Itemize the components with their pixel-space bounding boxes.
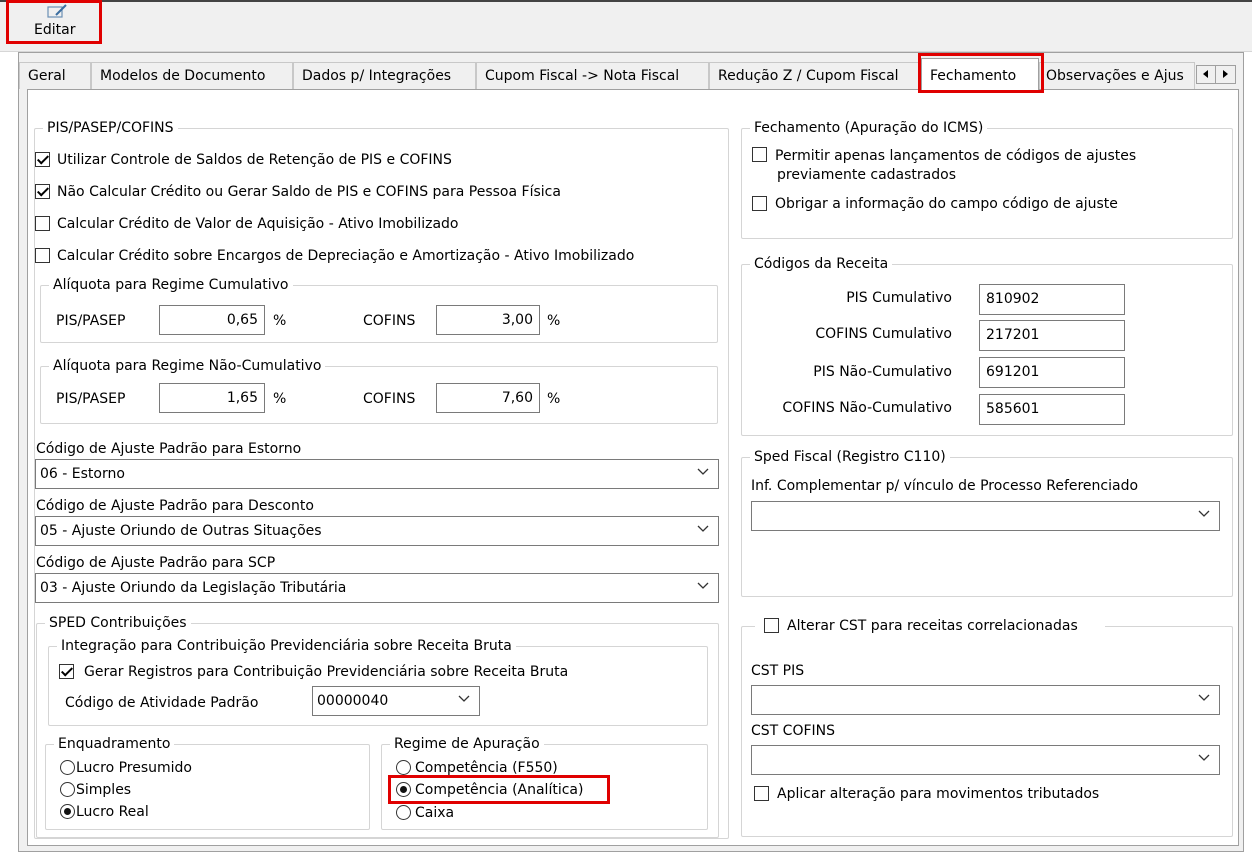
tab-modelos-de-documento[interactable]: Modelos de Documento [91, 62, 293, 89]
select-codigo-atividade-padrao[interactable]: 00000040 [312, 686, 480, 716]
label-aplicar-alteracao: Aplicar alteração para movimentos tribut… [777, 786, 1100, 802]
unit-percent-cofins-cumulativo: % [547, 313, 561, 329]
input-cofins-nao-cumulativo-receita[interactable]: 585601 [979, 394, 1125, 425]
chevron-down-icon [1198, 510, 1210, 517]
checkbox-gerar-registros-cprb[interactable] [59, 664, 74, 679]
tab-cupom-fiscal-nota-fiscal[interactable]: Cupom Fiscal -> Nota Fiscal [476, 62, 709, 89]
checkbox-obrigar-codigo-ajuste[interactable] [752, 196, 767, 211]
unit-percent-cofins-nao-cumulativo: % [547, 391, 561, 407]
select-codigo-atividade-padrao-value: 00000040 [317, 693, 389, 709]
label-pis-pasep-nao-cumulativo: PIS/PASEP [56, 391, 126, 407]
tab-scroll-buttons [1196, 65, 1236, 84]
tab-geral[interactable]: Geral [19, 62, 91, 89]
label-credito-valor-aquisicao: Calcular Crédito de Valor de Aquisição -… [57, 216, 459, 232]
chevron-down-icon [1198, 754, 1210, 761]
group-integracao-cprb-legend: Integração para Contribuição Previdenciá… [57, 636, 516, 656]
select-cst-cofins[interactable] [751, 745, 1220, 775]
chevron-down-icon [1198, 694, 1210, 701]
group-sped-fiscal-c110-legend: Sped Fiscal (Registro C110) [750, 447, 950, 467]
radio-caixa[interactable] [396, 805, 411, 820]
competencia-analitica-highlight [388, 775, 610, 804]
input-pis-pasep-nao-cumulativo[interactable]: 1,65 [159, 383, 265, 413]
input-cofins-cumulativo-receita[interactable]: 217201 [979, 320, 1125, 351]
checkbox-nao-calcular-credito-pf[interactable] [35, 184, 50, 199]
label-inf-complementar: Inf. Complementar p/ vínculo de Processo… [751, 478, 1139, 494]
input-pis-cumulativo[interactable]: 810902 [979, 284, 1125, 315]
label-pis-cumulativo: PIS Cumulativo [846, 290, 952, 306]
input-pis-pasep-cumulativo[interactable]: 0,65 [159, 305, 265, 335]
tab-reducao-z-cupom-fiscal[interactable]: Redução Z / Cupom Fiscal [709, 62, 921, 89]
input-cofins-nao-cumulativo[interactable]: 7,60 [436, 383, 540, 413]
edit-button-highlight [6, 0, 102, 44]
select-inf-complementar[interactable] [751, 501, 1220, 531]
group-fechamento-icms-legend: Fechamento (Apuração do ICMS) [750, 118, 988, 138]
group-aliquota-cumulativo-legend: Alíquota para Regime Cumulativo [49, 275, 293, 295]
chevron-down-icon [697, 582, 709, 589]
group-pis-pasep-cofins-legend: PIS/PASEP/COFINS [43, 118, 178, 138]
select-ajuste-estorno[interactable]: 06 - Estorno [35, 459, 719, 489]
scroll-left-icon[interactable] [1197, 66, 1216, 83]
tab-bar: Geral Modelos de Documento Dados p/ Inte… [19, 58, 1243, 90]
unit-percent-pis-cumulativo: % [273, 313, 287, 329]
label-lucro-real: Lucro Real [76, 804, 149, 820]
label-gerar-registros-cprb: Gerar Registros para Contribuição Previd… [84, 664, 569, 680]
label-cofins-nao-cumulativo-receita: COFINS Não-Cumulativo [782, 400, 952, 416]
radio-competencia-f550[interactable] [396, 760, 411, 775]
radio-lucro-presumido[interactable] [60, 760, 75, 775]
group-sped-contribuicoes-legend: SPED Contribuições [45, 613, 191, 633]
label-permitir-codigos-line1: Permitir apenas lançamentos de códigos d… [775, 148, 1137, 164]
label-cofins-cumulativo: COFINS [363, 313, 416, 329]
group-aliquota-nao-cumulativo-legend: Alíquota para Regime Não-Cumulativo [49, 356, 326, 376]
label-nao-calcular-credito-pf: Não Calcular Crédito ou Gerar Saldo de P… [57, 184, 561, 200]
input-cofins-cumulativo[interactable]: 3,00 [436, 305, 540, 335]
select-ajuste-scp[interactable]: 03 - Ajuste Oriundo da Legislação Tribut… [35, 573, 719, 603]
label-caixa: Caixa [415, 805, 455, 821]
label-lucro-presumido: Lucro Presumido [76, 760, 192, 776]
label-simples: Simples [76, 782, 132, 798]
label-codigo-atividade-padrao: Código de Atividade Padrão [65, 695, 259, 711]
label-credito-depreciacao: Calcular Crédito sobre Encargos de Depre… [57, 248, 635, 264]
select-ajuste-scp-value: 03 - Ajuste Oriundo da Legislação Tribut… [40, 580, 347, 596]
scroll-right-icon[interactable] [1216, 66, 1235, 83]
input-pis-nao-cumulativo[interactable]: 691201 [979, 357, 1125, 388]
tab-dados-integracoes[interactable]: Dados p/ Integrações [293, 62, 476, 89]
label-obrigar-codigo-ajuste: Obrigar a informação do campo código de … [775, 196, 1118, 212]
checkbox-controle-saldos-retencao[interactable] [35, 152, 50, 167]
label-cst-pis: CST PIS [751, 663, 805, 679]
chevron-down-icon [458, 695, 470, 702]
label-cst-cofins: CST COFINS [751, 723, 835, 739]
label-ajuste-scp: Código de Ajuste Padrão para SCP [36, 555, 276, 571]
group-codigos-receita-legend: Códigos da Receita [750, 254, 893, 274]
radio-simples[interactable] [60, 782, 75, 797]
select-ajuste-desconto[interactable]: 05 - Ajuste Oriundo de Outras Situações [35, 516, 719, 546]
select-ajuste-estorno-value: 06 - Estorno [40, 466, 125, 482]
checkbox-alterar-cst[interactable] [764, 618, 779, 633]
label-cofins-cumulativo-receita: COFINS Cumulativo [815, 326, 952, 342]
label-controle-saldos-retencao: Utilizar Controle de Saldos de Retenção … [57, 152, 452, 168]
unit-percent-pis-nao-cumulativo: % [273, 391, 287, 407]
content-panel: PIS/PASEP/COFINS Utilizar Controle de Sa… [27, 89, 1239, 846]
group-enquadramento-legend: Enquadramento [54, 734, 175, 754]
label-pis-nao-cumulativo: PIS Não-Cumulativo [813, 364, 952, 380]
label-alterar-cst: Alterar CST para receitas correlacionada… [787, 618, 1078, 634]
tab-fechamento-highlight [918, 53, 1044, 93]
checkbox-permitir-codigos-cadastrados[interactable] [752, 147, 767, 162]
radio-lucro-real[interactable] [60, 804, 75, 819]
label-ajuste-desconto: Código de Ajuste Padrão para Desconto [36, 498, 314, 514]
select-ajuste-desconto-value: 05 - Ajuste Oriundo de Outras Situações [40, 523, 322, 539]
group-regime-apuracao-legend: Regime de Apuração [390, 734, 544, 754]
tab-observacoes-e-ajustes[interactable]: Observações e Ajus [1039, 62, 1195, 89]
label-permitir-codigos-line2: previamente cadastrados [777, 167, 956, 183]
select-cst-pis[interactable] [751, 685, 1220, 715]
checkbox-credito-depreciacao[interactable] [35, 248, 50, 263]
label-pis-pasep-cumulativo: PIS/PASEP [56, 313, 126, 329]
label-ajuste-estorno: Código de Ajuste Padrão para Estorno [36, 441, 302, 457]
checkbox-aplicar-alteracao[interactable] [754, 786, 769, 801]
checkbox-credito-valor-aquisicao[interactable] [35, 216, 50, 231]
chevron-down-icon [697, 468, 709, 475]
toolbar [0, 0, 1252, 52]
label-cofins-nao-cumulativo: COFINS [363, 391, 416, 407]
chevron-down-icon [697, 525, 709, 532]
